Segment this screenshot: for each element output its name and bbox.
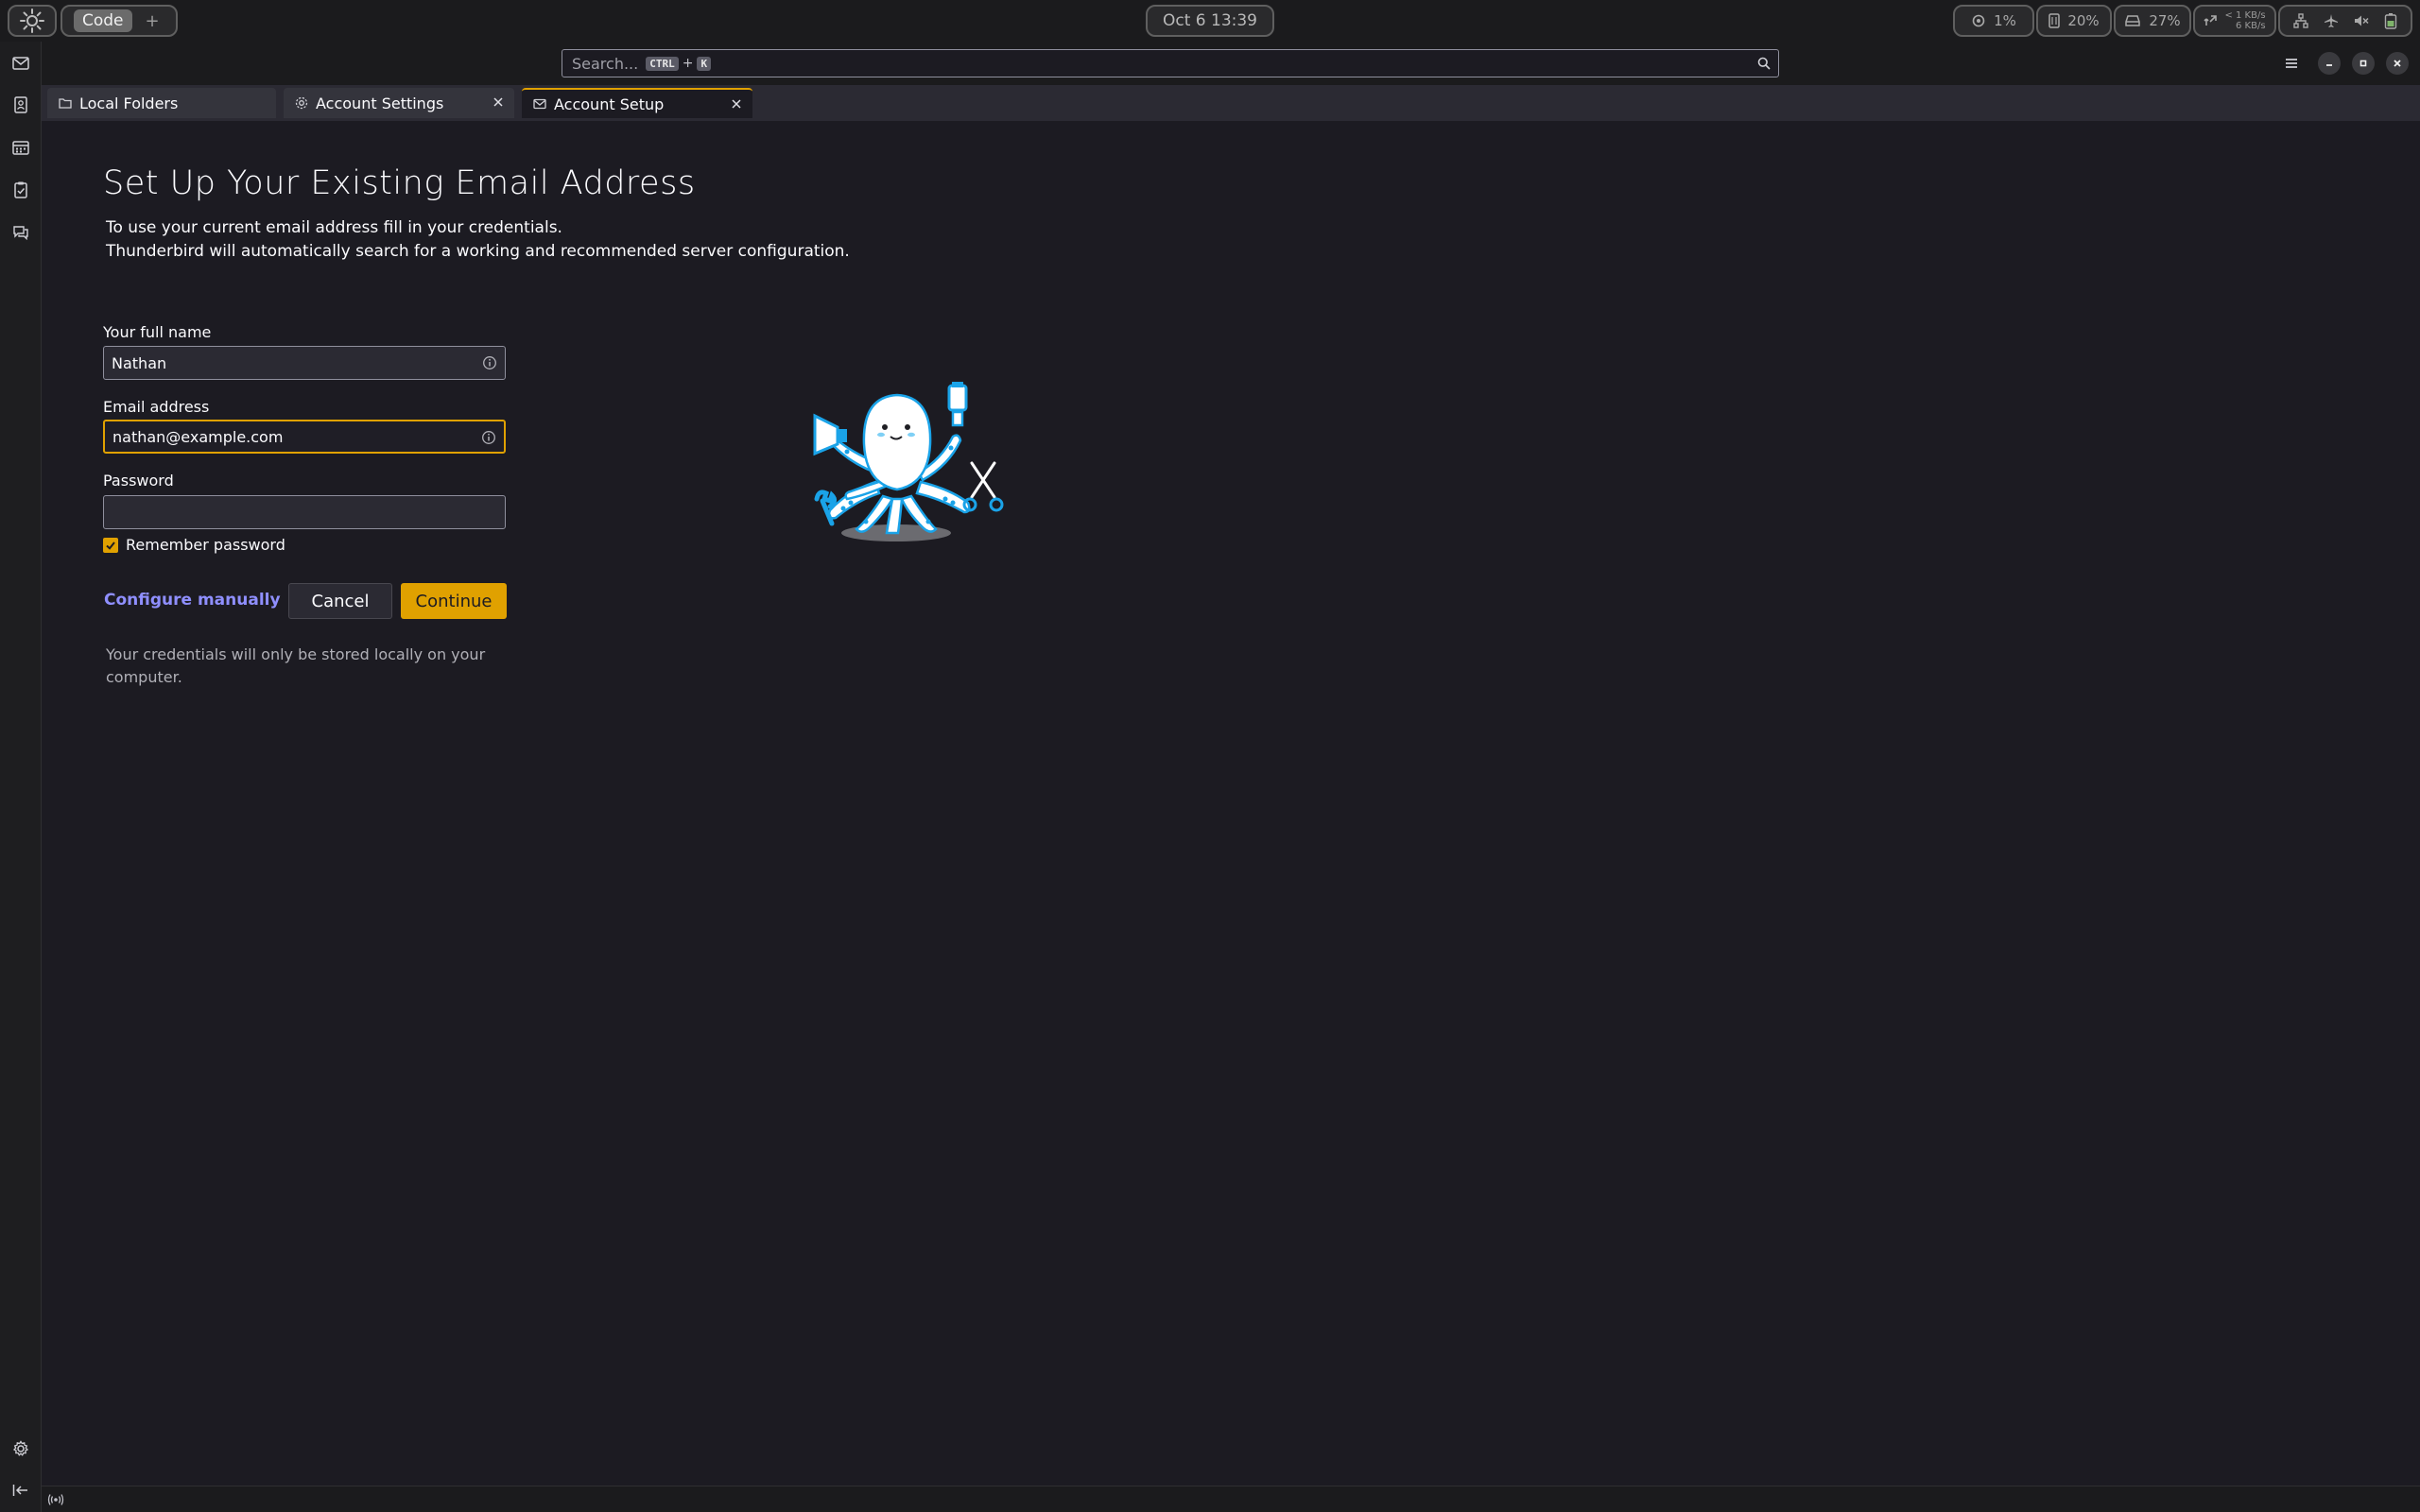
online-status-icon[interactable] — [47, 1493, 64, 1506]
clock[interactable]: Oct 6 13:39 — [1146, 5, 1274, 37]
gear-icon — [12, 1440, 29, 1456]
password-label: Password — [103, 472, 174, 490]
global-search-input[interactable]: Search... CTRL + K — [562, 49, 1779, 77]
info-icon[interactable] — [482, 355, 497, 370]
chat-space-button[interactable] — [9, 221, 32, 244]
sun-logo-icon — [20, 9, 44, 33]
cancel-button[interactable]: Cancel — [288, 583, 392, 619]
airplane-mode-icon[interactable] — [2324, 13, 2339, 28]
minimize-icon — [2326, 64, 2332, 66]
memory-icon — [2048, 13, 2061, 28]
network-rates: < 1 KB/s 6 KB/s — [2224, 10, 2265, 31]
minimize-button[interactable] — [2318, 52, 2341, 75]
network-indicator[interactable]: < 1 KB/s 6 KB/s — [2193, 5, 2276, 37]
credentials-note: Your credentials will only be stored loc… — [106, 645, 486, 686]
tab-account-setup[interactable]: Account Setup — [522, 88, 752, 118]
configure-manually-link[interactable]: Configure manually — [104, 591, 281, 610]
tab-strip: Local Folders Account Settings Account S… — [42, 85, 2420, 121]
net-down-value: 6 KB/s — [2236, 21, 2266, 31]
disk-icon — [2125, 15, 2141, 26]
address-book-space-button[interactable] — [9, 94, 32, 116]
calendar-space-button[interactable] — [9, 136, 32, 159]
tab-account-settings[interactable]: Account Settings — [284, 88, 514, 118]
disk-value: 27% — [2149, 12, 2181, 29]
calendar-icon — [12, 141, 29, 155]
intro-line-2: Thunderbird will automatically search fo… — [106, 242, 850, 261]
disk-indicator[interactable]: 27% — [2114, 5, 2191, 37]
close-window-button[interactable] — [2386, 52, 2409, 75]
settings-space-button[interactable] — [9, 1437, 32, 1460]
remember-password-option[interactable]: Remember password — [103, 536, 285, 554]
network-arrows-icon — [2204, 15, 2218, 26]
password-field[interactable] — [103, 495, 506, 529]
volume-muted-icon[interactable] — [2354, 13, 2369, 28]
workspace-switcher: Code + — [60, 5, 178, 37]
hamburger-menu-icon — [2286, 59, 2297, 68]
collapse-left-icon — [12, 1485, 27, 1496]
remember-password-label: Remember password — [126, 536, 285, 554]
continue-button[interactable]: Continue — [401, 583, 507, 619]
unified-toolbar: Search... CTRL + K — [42, 42, 2420, 85]
close-tab-icon[interactable] — [492, 95, 505, 109]
full-name-field[interactable]: Nathan — [103, 346, 506, 380]
tasks-icon — [14, 181, 27, 198]
search-placeholder: Search... — [572, 54, 639, 73]
close-tab-icon[interactable] — [730, 97, 743, 111]
folder-icon — [59, 98, 72, 109]
full-name-value: Nathan — [112, 353, 167, 372]
shortcut-k-key: K — [697, 56, 712, 71]
cpu-value: 1% — [1994, 12, 2016, 29]
tab-label: Account Settings — [316, 94, 444, 112]
page-title: Set Up Your Existing Email Address — [103, 164, 696, 202]
email-label: Email address — [103, 398, 210, 416]
cpu-indicator[interactable]: 1% — [1953, 5, 2034, 37]
wired-network-icon[interactable] — [2293, 13, 2308, 28]
app-menu-button[interactable] — [2280, 52, 2303, 75]
spaces-toolbar — [0, 42, 42, 1512]
remember-password-checkbox[interactable] — [103, 537, 118, 553]
workspace-code[interactable]: Code — [74, 9, 132, 32]
maximize-button[interactable] — [2352, 52, 2375, 75]
gear-icon — [295, 96, 308, 110]
shortcut-ctrl-key: CTRL — [646, 56, 679, 71]
add-workspace-button[interactable]: + — [146, 11, 160, 31]
octopus-mascot-illustration — [813, 382, 1004, 541]
mail-space-button[interactable] — [9, 52, 32, 75]
launcher-button[interactable] — [8, 5, 57, 37]
system-tray — [2278, 5, 2412, 37]
shortcut-plus: + — [682, 56, 694, 71]
tab-local-folders[interactable]: Local Folders — [47, 88, 276, 118]
tab-label: Local Folders — [79, 94, 179, 112]
system-top-bar: Code + Oct 6 13:39 1% 20% 27% < 1 KB/s 6… — [0, 0, 2420, 42]
close-icon — [2394, 60, 2401, 67]
envelope-icon — [533, 98, 546, 110]
net-up-value: < 1 KB/s — [2224, 10, 2266, 21]
cpu-icon — [1972, 14, 1985, 27]
address-book-icon — [14, 96, 27, 113]
battery-charging-icon[interactable] — [2384, 12, 2397, 29]
account-setup-page: Set Up Your Existing Email Address To us… — [42, 121, 2420, 1486]
maximize-icon — [2360, 60, 2367, 67]
intro-text: To use your current email address fill i… — [106, 216, 850, 264]
search-icon[interactable] — [1757, 57, 1771, 70]
status-bar — [42, 1486, 2420, 1512]
memory-indicator[interactable]: 20% — [2036, 5, 2112, 37]
chat-icon — [13, 226, 28, 240]
full-name-label: Your full name — [103, 323, 212, 341]
tab-label: Account Setup — [554, 94, 665, 113]
email-value: nathan@example.com — [112, 427, 284, 446]
intro-line-1: To use your current email address fill i… — [106, 218, 562, 237]
memory-value: 20% — [2067, 12, 2100, 29]
mail-icon — [12, 57, 29, 70]
tasks-space-button[interactable] — [9, 179, 32, 201]
info-icon[interactable] — [481, 430, 496, 445]
email-field[interactable]: nathan@example.com — [103, 420, 506, 454]
collapse-spaces-button[interactable] — [9, 1479, 32, 1502]
checkmark-icon — [106, 541, 115, 550]
